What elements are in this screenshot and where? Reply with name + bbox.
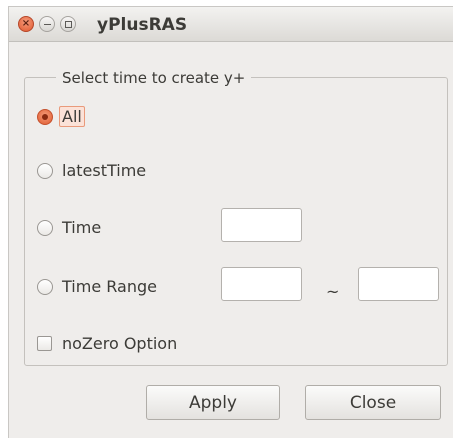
option-nozero[interactable]: noZero Option xyxy=(37,334,177,353)
time-label: Time xyxy=(62,218,102,237)
option-latest-time[interactable]: latestTime xyxy=(37,161,146,180)
nozero-checkbox[interactable] xyxy=(37,336,52,351)
time-range-label: Time Range xyxy=(62,277,157,296)
time-range-radio[interactable] xyxy=(37,278,53,295)
minimize-icon xyxy=(43,23,51,25)
all-label: All xyxy=(59,106,85,127)
latest-time-label: latestTime xyxy=(62,161,147,180)
window-minimize-button[interactable] xyxy=(39,16,55,32)
option-time[interactable]: Time xyxy=(37,218,101,237)
window-title: yPlusRAS xyxy=(97,15,188,35)
close-icon: × xyxy=(21,18,31,29)
maximize-icon xyxy=(64,20,72,28)
title-bar[interactable]: × yPlusRAS xyxy=(9,7,453,42)
option-all[interactable]: All xyxy=(37,106,85,127)
window-maximize-button[interactable] xyxy=(60,16,76,32)
window-close-button[interactable]: × xyxy=(18,16,34,32)
apply-button[interactable]: Apply xyxy=(146,385,280,420)
option-time-range[interactable]: Time Range xyxy=(37,277,157,296)
time-radio[interactable] xyxy=(37,219,53,236)
range-separator: ~ xyxy=(326,282,340,301)
all-radio[interactable] xyxy=(37,108,53,125)
nozero-label: noZero Option xyxy=(62,334,178,353)
close-button[interactable]: Close xyxy=(305,385,441,420)
time-range-end-input[interactable] xyxy=(358,267,439,301)
latest-time-radio[interactable] xyxy=(37,162,53,179)
group-title: Select time to create y+ xyxy=(56,69,252,87)
time-input[interactable] xyxy=(221,208,302,242)
time-range-start-input[interactable] xyxy=(221,267,302,301)
dialog-window: × yPlusRAS Select time to create y+ All … xyxy=(8,6,453,438)
